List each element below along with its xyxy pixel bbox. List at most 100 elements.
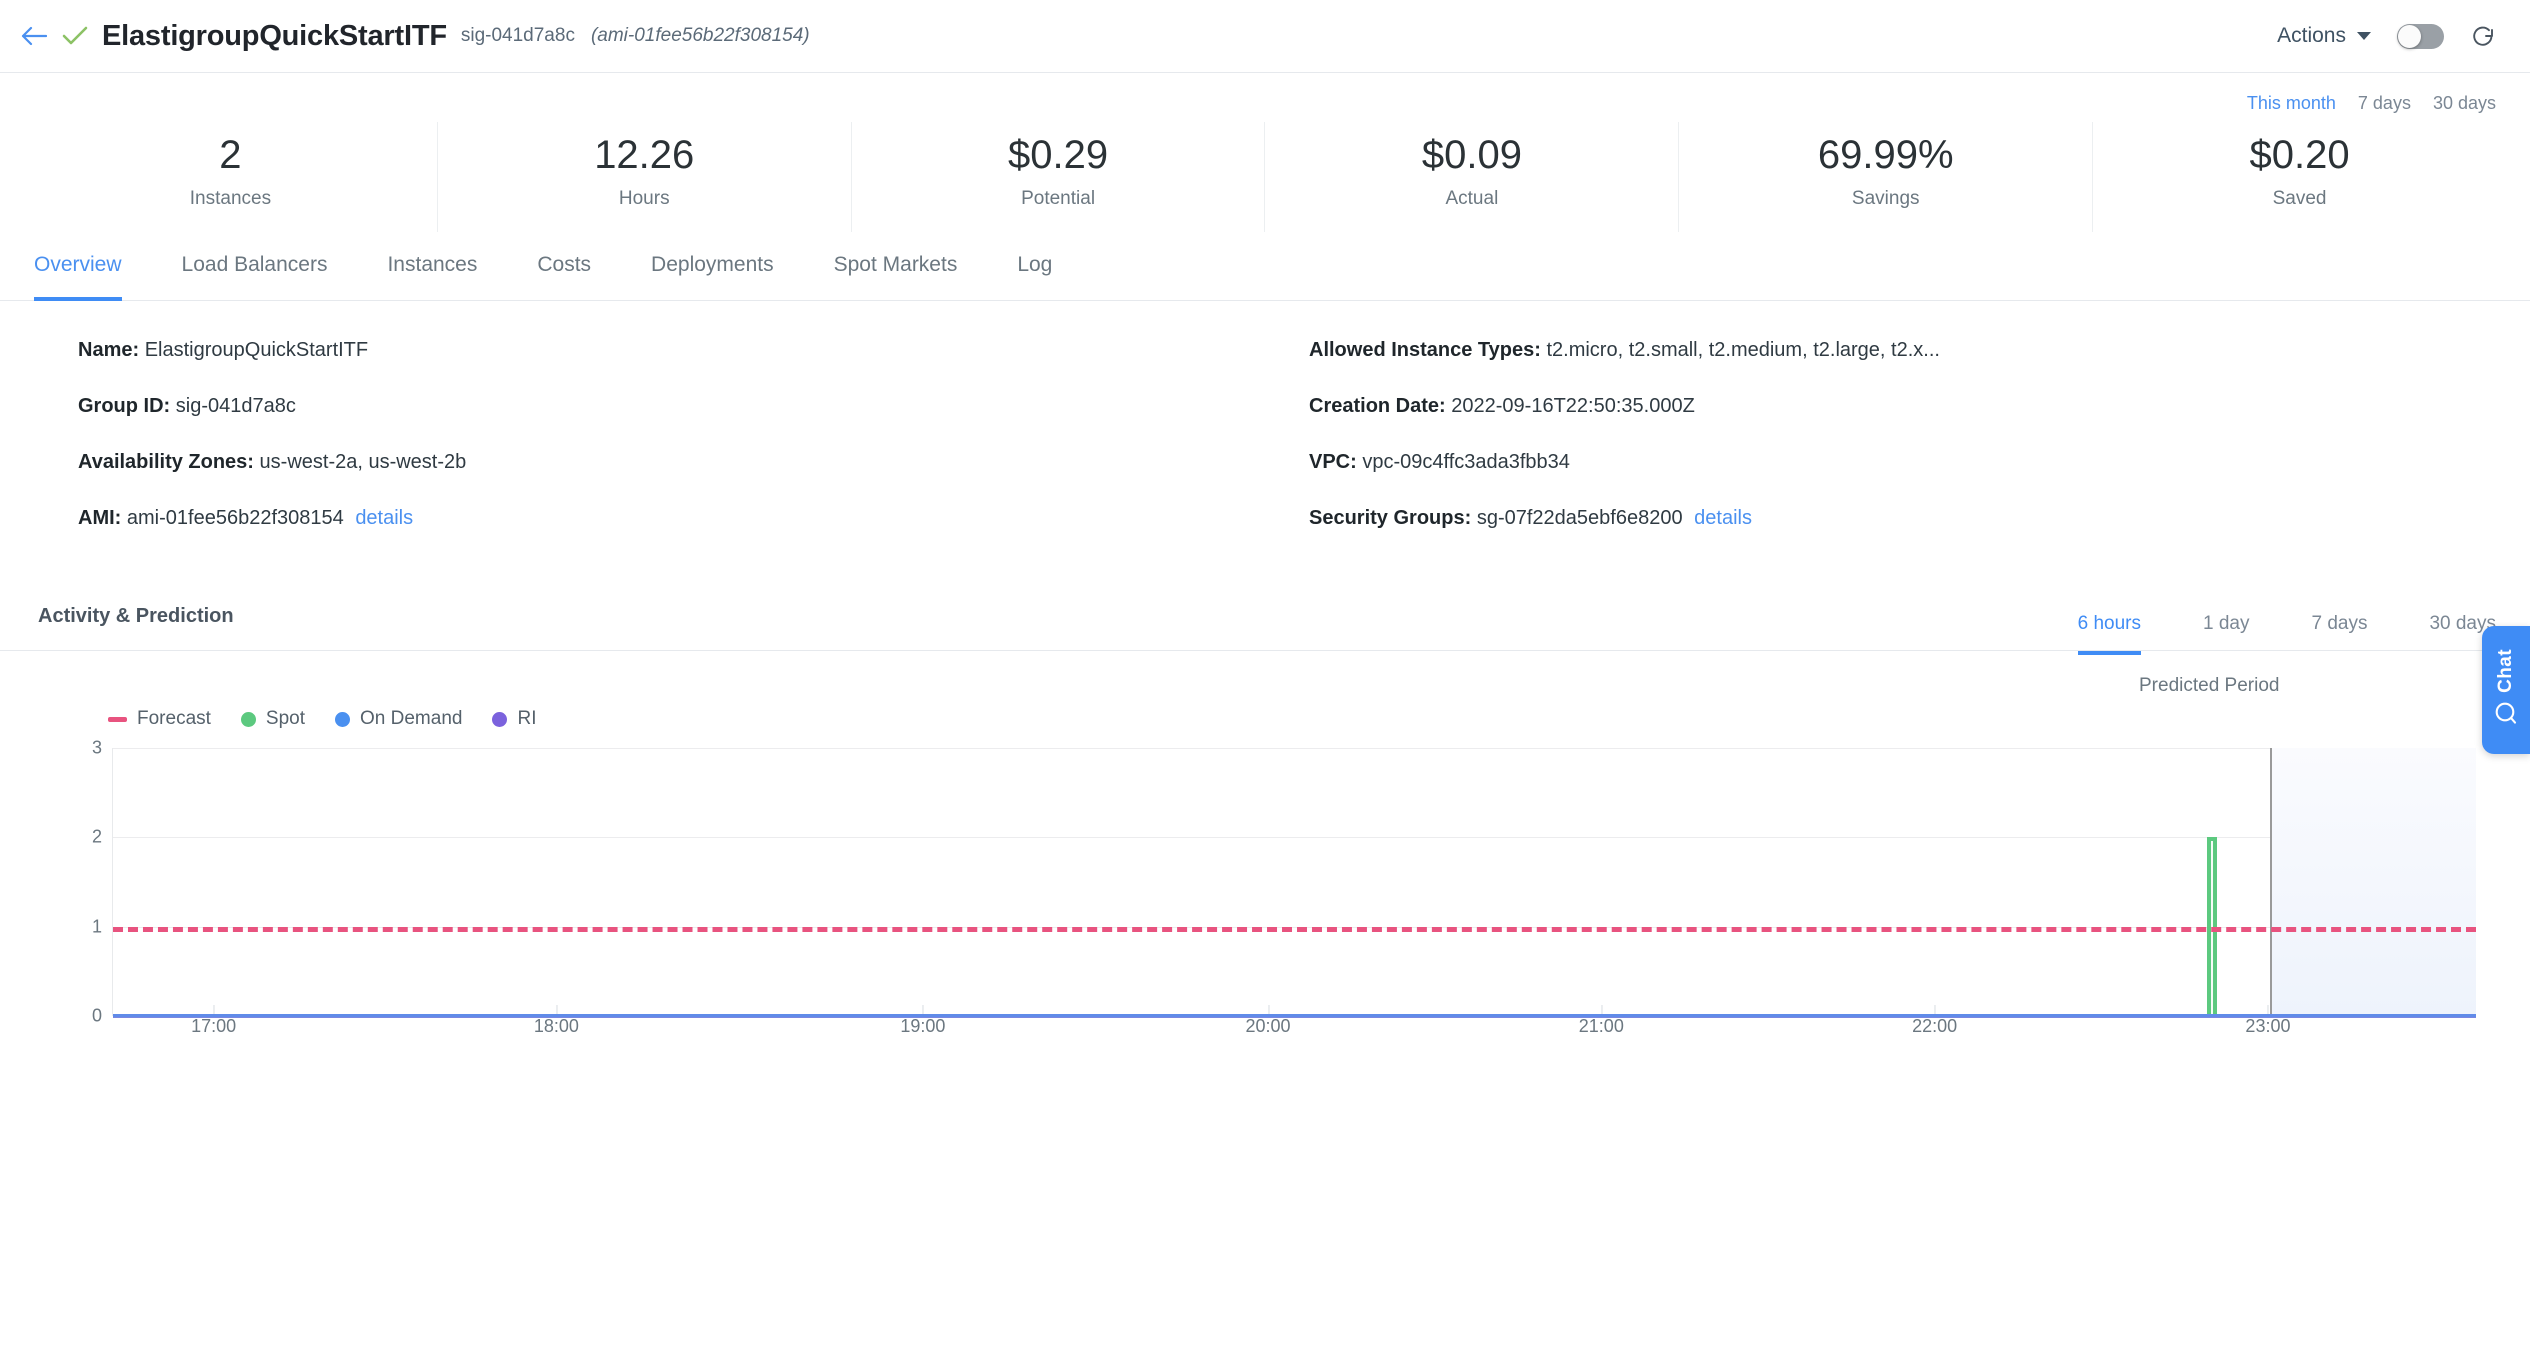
security-groups-details-link[interactable]: details bbox=[1694, 507, 1752, 529]
activity-chart: Predicted Period Forecast Spot On Demand… bbox=[0, 651, 2530, 1036]
stat-value: $0.20 bbox=[2249, 133, 2350, 177]
ami-details-link[interactable]: details bbox=[355, 507, 413, 529]
tab-instances[interactable]: Instances bbox=[387, 239, 477, 301]
header-actions-area: Actions bbox=[2277, 23, 2496, 49]
series-forecast-line bbox=[113, 926, 2476, 932]
refresh-icon[interactable] bbox=[2470, 23, 2496, 49]
detail-value: t2.micro, t2.small, t2.medium, t2.large,… bbox=[1546, 339, 1940, 361]
detail-label: Group ID: bbox=[78, 395, 171, 417]
stat-value: $0.09 bbox=[1421, 133, 1522, 177]
detail-value: ElastigroupQuickStartITF bbox=[144, 339, 369, 361]
chart-y-axis: 0 1 2 3 bbox=[66, 738, 102, 1026]
x-tick: 22:00 bbox=[1912, 1005, 1958, 1036]
detail-ami: AMI: ami-01fee56b22f308154 details bbox=[78, 507, 1265, 530]
chat-widget-button[interactable]: Chat bbox=[2482, 626, 2530, 754]
detail-value: sg-07f22da5ebf6e8200 bbox=[1476, 507, 1683, 529]
stat-value: $0.29 bbox=[1008, 133, 1109, 177]
stat-hours: 12.26 Hours bbox=[438, 122, 852, 232]
detail-label: Security Groups: bbox=[1309, 507, 1472, 529]
tab-log[interactable]: Log bbox=[1017, 239, 1052, 301]
chevron-down-icon bbox=[2357, 32, 2371, 40]
tab-load-balancers[interactable]: Load Balancers bbox=[182, 239, 328, 301]
detail-label: Availability Zones: bbox=[78, 451, 254, 473]
stat-label: Actual bbox=[1445, 188, 1499, 209]
back-arrow-icon[interactable] bbox=[14, 16, 54, 56]
x-tick: 20:00 bbox=[1245, 1005, 1291, 1036]
detail-security-groups: Security Groups: sg-07f22da5ebf6e8200 de… bbox=[1309, 507, 2496, 530]
legend-label: Spot bbox=[265, 708, 306, 729]
activity-tab-7-days[interactable]: 7 days bbox=[2311, 613, 2367, 655]
y-tick: 3 bbox=[91, 737, 102, 758]
detail-label: Allowed Instance Types: bbox=[1309, 339, 1541, 361]
stat-savings: 69.99% Savings bbox=[1679, 122, 2094, 232]
header-toggle-switch[interactable] bbox=[2397, 23, 2444, 49]
grid-line bbox=[113, 748, 2476, 749]
tab-overview[interactable]: Overview bbox=[34, 239, 122, 301]
y-tick: 1 bbox=[91, 916, 102, 937]
actions-button[interactable]: Actions bbox=[2277, 24, 2371, 48]
group-details: Name: ElastigroupQuickStartITF Group ID:… bbox=[0, 301, 2530, 563]
stat-saved: $0.20 Saved bbox=[2093, 122, 2506, 232]
x-tick: 18:00 bbox=[533, 1005, 579, 1036]
stat-label: Hours bbox=[618, 188, 670, 209]
detail-value: us-west-2a, us-west-2b bbox=[259, 451, 467, 473]
chart-legend: Forecast Spot On Demand RI bbox=[34, 651, 2496, 730]
stat-value: 12.26 bbox=[594, 133, 695, 177]
forecast-dash-icon bbox=[108, 716, 127, 722]
details-left-column: Name: ElastigroupQuickStartITF Group ID:… bbox=[34, 339, 1265, 563]
stat-actual: $0.09 Actual bbox=[1265, 122, 1680, 232]
x-tick: 23:00 bbox=[2245, 1005, 2291, 1036]
legend-label: On Demand bbox=[360, 708, 463, 729]
kpi-range-selector: This month 7 days 30 days bbox=[0, 73, 2530, 114]
detail-group-id: Group ID: sig-041d7a8c bbox=[78, 395, 1265, 418]
chat-widget-label: Chat bbox=[2495, 648, 2516, 693]
legend-item-on-demand[interactable]: On Demand bbox=[335, 708, 462, 730]
status-check-icon bbox=[54, 16, 96, 56]
actions-button-label: Actions bbox=[2277, 24, 2346, 47]
legend-label: Forecast bbox=[137, 708, 211, 729]
tab-spot-markets[interactable]: Spot Markets bbox=[834, 239, 958, 301]
on-demand-dot-icon bbox=[335, 711, 351, 727]
legend-item-forecast[interactable]: Forecast bbox=[108, 708, 211, 730]
range-option-30-days[interactable]: 30 days bbox=[2433, 93, 2496, 114]
detail-vpc: VPC: vpc-09c4ffc3ada3fbb34 bbox=[1309, 451, 2496, 474]
x-tick: 19:00 bbox=[900, 1005, 946, 1036]
stat-label: Potential bbox=[1021, 188, 1096, 209]
kpi-stats-row: 2 Instances 12.26 Hours $0.29 Potential … bbox=[0, 122, 2530, 232]
tab-deployments[interactable]: Deployments bbox=[651, 239, 774, 301]
detail-allowed-instance-types: Allowed Instance Types: t2.micro, t2.sma… bbox=[1309, 339, 2496, 362]
detail-value: ami-01fee56b22f308154 bbox=[126, 507, 344, 529]
legend-item-spot[interactable]: Spot bbox=[240, 708, 306, 730]
range-option-this-month[interactable]: This month bbox=[2247, 93, 2336, 114]
detail-label: AMI: bbox=[78, 507, 122, 529]
predicted-period-label: Predicted Period bbox=[2139, 675, 2280, 696]
activity-tab-1-day[interactable]: 1 day bbox=[2203, 613, 2249, 655]
range-option-7-days[interactable]: 7 days bbox=[2358, 93, 2411, 114]
detail-value: 2022-09-16T22:50:35.000Z bbox=[1451, 395, 1695, 417]
activity-tab-6-hours[interactable]: 6 hours bbox=[2077, 613, 2141, 655]
y-tick: 2 bbox=[91, 826, 102, 847]
detail-label: VPC: bbox=[1309, 451, 1357, 473]
tab-costs[interactable]: Costs bbox=[537, 239, 591, 301]
header-group-id: sig-041d7a8c bbox=[460, 25, 575, 46]
details-right-column: Allowed Instance Types: t2.micro, t2.sma… bbox=[1265, 339, 2496, 563]
chart-x-axis: 17:00 18:00 19:00 20:00 21:00 22:00 23:0… bbox=[112, 1005, 2476, 1056]
main-tab-bar: Overview Load Balancers Instances Costs … bbox=[0, 238, 2530, 301]
detail-name: Name: ElastigroupQuickStartITF bbox=[78, 339, 1265, 362]
activity-section-title: Activity & Prediction bbox=[38, 605, 234, 627]
y-tick: 0 bbox=[91, 1005, 102, 1026]
grid-line bbox=[113, 837, 2476, 839]
legend-item-ri[interactable]: RI bbox=[492, 708, 536, 730]
stat-potential: $0.29 Potential bbox=[852, 122, 1266, 232]
stat-value: 2 bbox=[219, 133, 242, 177]
detail-availability-zones: Availability Zones: us-west-2a, us-west-… bbox=[78, 451, 1265, 474]
stat-instances: 2 Instances bbox=[24, 122, 438, 232]
x-tick: 21:00 bbox=[1578, 1005, 1624, 1036]
app-header: ElastigroupQuickStartITF sig-041d7a8c (a… bbox=[0, 0, 2530, 73]
predicted-period-band bbox=[2270, 748, 2476, 1016]
stat-label: Instances bbox=[189, 188, 272, 209]
chart-grid bbox=[112, 748, 2476, 1018]
spot-dot-icon bbox=[240, 711, 256, 727]
page-title: ElastigroupQuickStartITF bbox=[102, 19, 447, 52]
header-ami-id: (ami-01fee56b22f308154) bbox=[590, 25, 810, 46]
